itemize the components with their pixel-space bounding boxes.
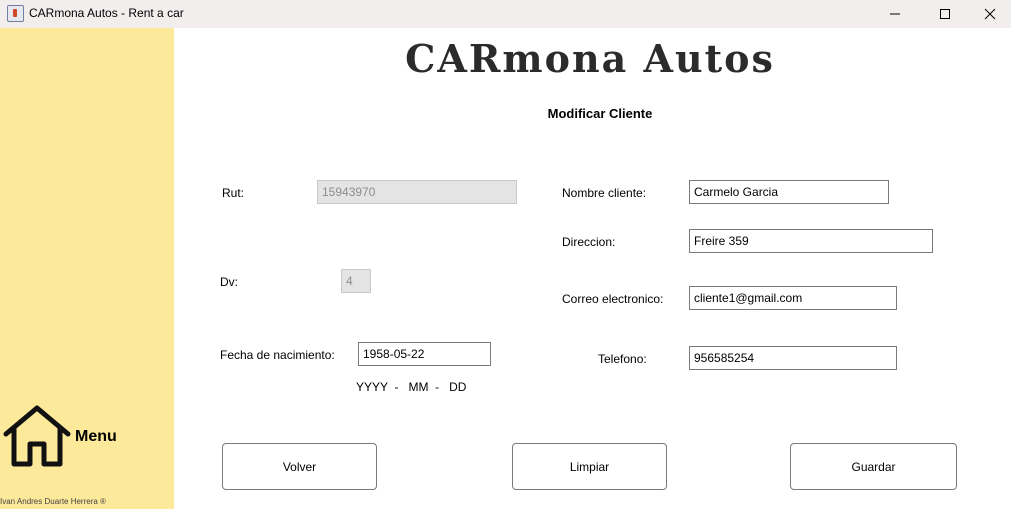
home-icon[interactable] <box>2 404 72 468</box>
java-app-icon <box>7 5 24 22</box>
maximize-icon <box>940 9 950 19</box>
dv-field[interactable]: 4 <box>341 269 371 293</box>
close-icon <box>984 8 996 20</box>
window-title: CARmona Autos - Rent a car <box>29 6 184 20</box>
birthdate-field[interactable]: 1958-05-22 <box>358 342 491 366</box>
rut-label: Rut: <box>222 186 245 200</box>
birthdate-label: Fecha de nacimiento: <box>220 348 335 362</box>
back-button[interactable]: Volver <box>222 443 377 490</box>
address-field[interactable]: Freire 359 <box>689 229 933 253</box>
email-field[interactable]: cliente1@gmail.com <box>689 286 897 310</box>
address-label: Direccion: <box>562 235 616 249</box>
minimize-icon <box>890 13 900 15</box>
minimize-button[interactable] <box>872 0 918 28</box>
close-button[interactable] <box>967 0 1011 28</box>
phone-field[interactable]: 956585254 <box>689 346 897 370</box>
name-field[interactable]: Carmelo Garcia <box>689 180 889 204</box>
brand-title: CARmona Autos <box>405 36 775 81</box>
maximize-button[interactable] <box>922 0 968 28</box>
window-titlebar: CARmona Autos - Rent a car <box>0 0 1011 28</box>
dv-label: Dv: <box>220 275 238 289</box>
name-label: Nombre cliente: <box>562 186 647 200</box>
email-label: Correo electronico: <box>562 292 664 306</box>
menu-label[interactable]: Menu <box>75 428 117 446</box>
page-subtitle: Modificar Cliente <box>547 106 653 121</box>
date-format-hint: YYYY - MM - DD <box>356 380 467 394</box>
rut-field[interactable]: 15943970 <box>317 180 517 204</box>
clear-button[interactable]: Limpiar <box>512 443 667 490</box>
save-button[interactable]: Guardar <box>790 443 957 490</box>
phone-label: Telefono: <box>598 352 647 366</box>
author-credit: Ivan Andres Duarte Herrera ® <box>0 497 106 506</box>
